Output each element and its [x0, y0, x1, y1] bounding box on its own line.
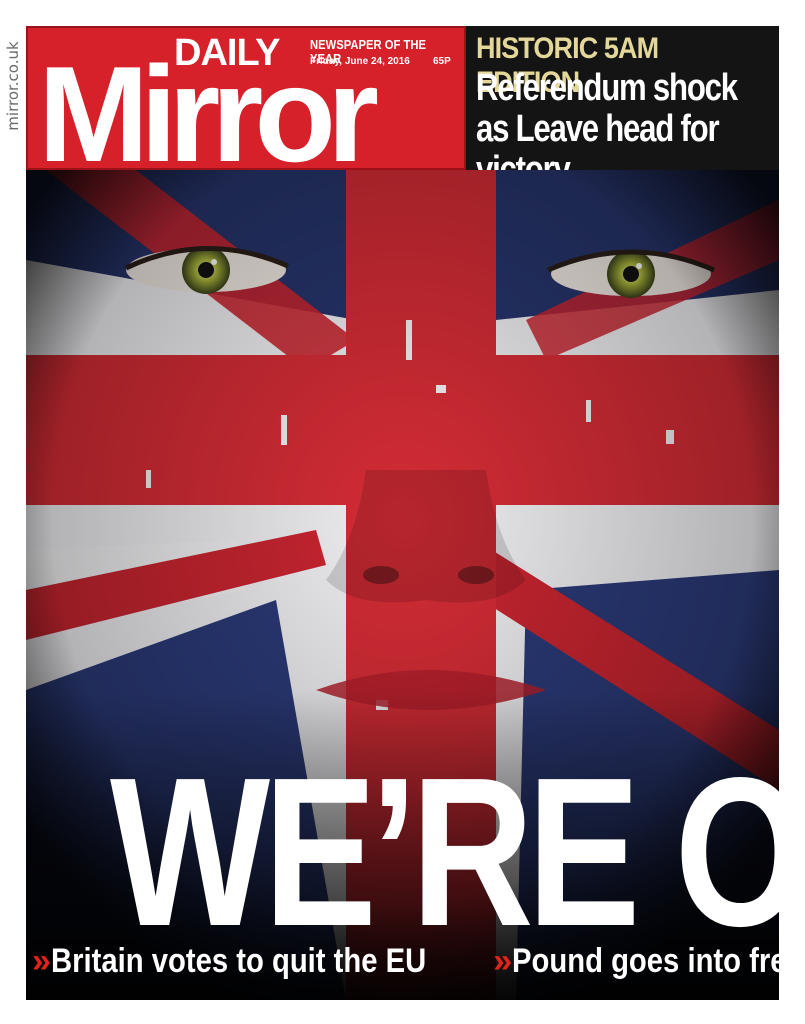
main-headline: WE’RE OUT	[110, 733, 779, 970]
website-url: mirror.co.uk	[0, 26, 26, 146]
bullet-britain-votes: Britain votes to quit the EU	[50, 942, 427, 980]
issue-date: Friday, June 24, 2016	[310, 56, 410, 67]
website-url-text: mirror.co.uk	[4, 41, 22, 131]
chevron-icon: »	[493, 942, 512, 980]
issue-price: 65P	[433, 56, 451, 67]
bullet-pound-freefall: Pound goes into freefall	[512, 942, 779, 980]
subheadline: » Britain votes to quit the EU» Pound goes…	[32, 942, 779, 981]
masthead: DAILY Mirror NEWSPAPER OF THE YEAR Frida…	[26, 26, 466, 182]
cover-photo: WE’RE OUT »Britain votes to quit the EU»…	[26, 170, 779, 1000]
chevron-icon: »	[32, 942, 51, 980]
top-story-panel: HISTORIC 5AM EDITION Referendum shock as…	[466, 26, 779, 191]
